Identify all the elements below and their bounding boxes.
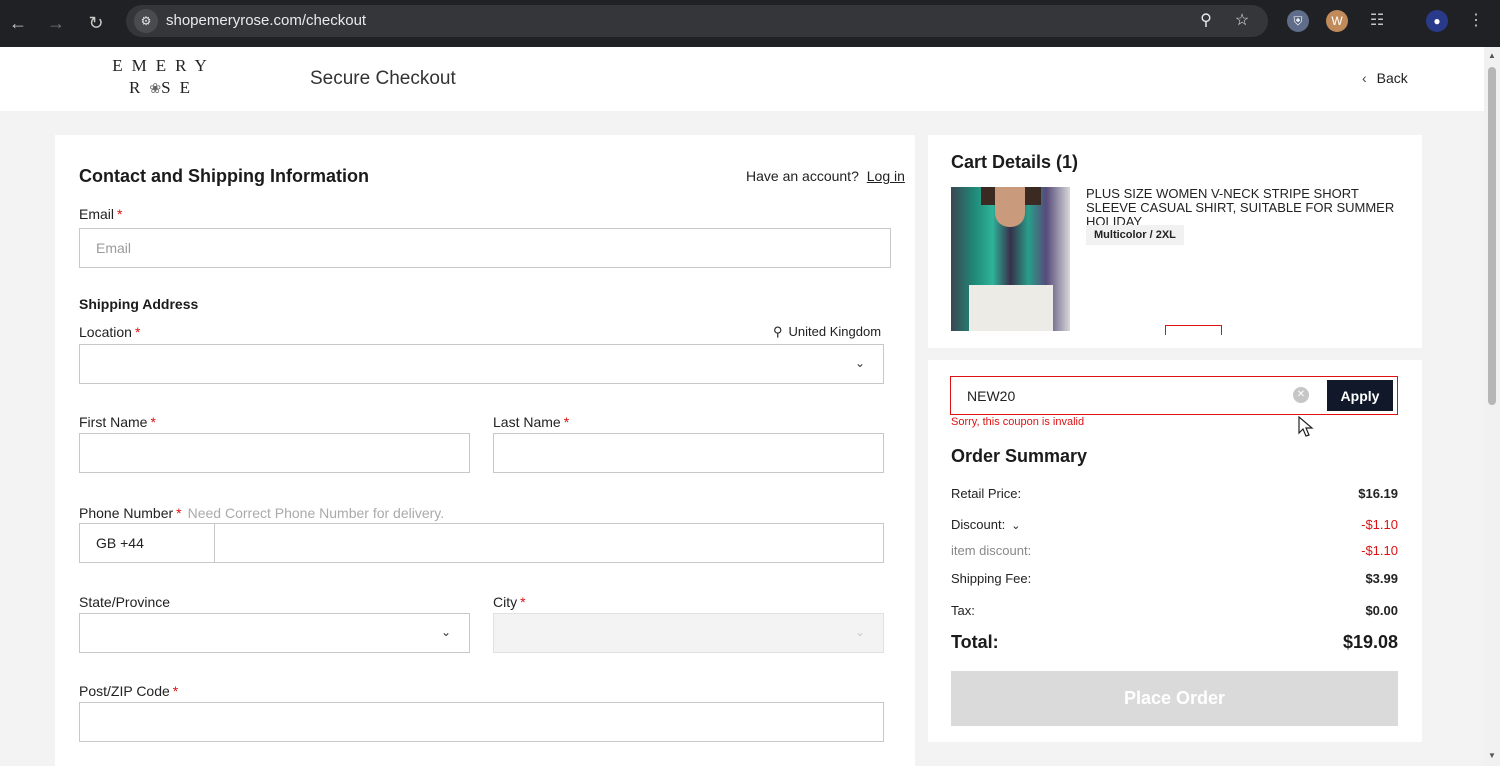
last-name-label: Last Name * — [493, 414, 570, 430]
item-discount-value: -$1.10 — [1361, 543, 1398, 558]
product-image-pants — [969, 285, 1053, 331]
discount-value: -$1.10 — [1361, 517, 1398, 532]
product-image-skin — [995, 187, 1025, 227]
chevron-down-icon: ⌄ — [854, 625, 865, 639]
map-pin-icon: ⚲ — [773, 324, 783, 339]
page-scrollbar[interactable]: ▲ ▼ — [1484, 47, 1500, 766]
logo-line-2: R❀SE — [129, 78, 199, 97]
location-label: Location * — [79, 324, 141, 340]
city-label: City * — [493, 594, 526, 610]
first-name-input[interactable] — [80, 434, 469, 472]
back-label: Back — [1376, 70, 1408, 86]
emery-rose-logo[interactable]: EMERY R❀SE — [112, 55, 216, 101]
browser-toolbar: ← → ↻ ⚙ shopemeryrose.com/checkout ⚲ ☆ ⛨… — [0, 0, 1500, 47]
mouse-cursor-icon — [1298, 416, 1314, 437]
shipping-fee-value: $3.99 — [1365, 571, 1398, 586]
site-header: EMERY R❀SE Secure Checkout ‹ Back — [0, 47, 1484, 111]
tax-label: Tax: — [951, 603, 975, 618]
coupon-input[interactable] — [951, 377, 1291, 414]
scroll-up-icon[interactable]: ▲ — [1488, 51, 1496, 60]
phone-field[interactable]: GB +44 — [79, 523, 884, 563]
first-name-label: First Name * — [79, 414, 156, 430]
first-name-field[interactable] — [79, 433, 470, 473]
postcode-label: Post/ZIP Code * — [79, 683, 179, 699]
item-discount-label: item discount: — [951, 543, 1032, 558]
page-title: Secure Checkout — [310, 68, 456, 89]
location-select[interactable]: ⌄ — [79, 344, 884, 384]
login-link[interactable]: Log in — [867, 168, 905, 184]
state-label: State/Province — [79, 594, 171, 610]
rose-icon: ❀ — [149, 82, 162, 97]
profile-avatar-icon[interactable]: ● — [1426, 10, 1448, 32]
total-label: Total: — [951, 632, 999, 652]
total-value: $19.08 — [1342, 632, 1398, 652]
scroll-down-icon[interactable]: ▼ — [1488, 751, 1496, 760]
place-order-button[interactable]: Place Order — [951, 671, 1398, 726]
forward-arrow-icon[interactable]: → — [41, 8, 71, 38]
account-prompt: Have an account? Log in — [746, 168, 905, 184]
browser-menu-icon[interactable]: ⋮ — [1465, 10, 1487, 32]
retail-price-value: $16.19 — [1358, 486, 1398, 501]
apply-coupon-button[interactable]: Apply — [1327, 380, 1393, 411]
chevron-down-icon: ⌄ — [854, 356, 865, 370]
back-link[interactable]: ‹ Back — [1362, 70, 1408, 86]
email-field[interactable] — [79, 228, 891, 268]
zoom-icon[interactable]: ⚲ — [1194, 9, 1218, 33]
contact-shipping-form: Contact and Shipping Information Have an… — [55, 135, 915, 766]
coupon-field[interactable]: ✕ Apply — [950, 376, 1398, 415]
product-title[interactable]: PLUS SIZE WOMEN V-NECK STRIPE SHORT SLEE… — [1086, 187, 1396, 229]
shipping-address-title: Shipping Address — [79, 296, 199, 312]
cart-title: Cart Details (1) — [951, 152, 1079, 172]
coupon-error-text: Sorry, this coupon is invalid — [951, 416, 1085, 428]
shield-extension-icon[interactable]: ⛨ — [1287, 10, 1309, 32]
phone-country-code[interactable]: GB +44 — [80, 524, 215, 562]
quantity-stepper[interactable] — [1165, 325, 1222, 335]
shipping-fee-label: Shipping Fee: — [951, 571, 1032, 586]
address-bar[interactable]: ⚙ shopemeryrose.com/checkout ⚲ ☆ — [126, 5, 1268, 37]
cart-details-panel: Cart Details (1) PLUS SIZE WOMEN V-NECK … — [928, 135, 1422, 348]
discount-toggle[interactable]: Discount: ⌄ — [951, 517, 1020, 532]
email-input[interactable] — [80, 229, 890, 267]
puzzle-extensions-icon[interactable]: ☷ — [1366, 10, 1388, 32]
product-variant-badge: Multicolor / 2XL — [1086, 225, 1184, 245]
product-image[interactable] — [951, 187, 1070, 331]
extension-icon[interactable]: W — [1326, 10, 1348, 32]
chevron-down-icon: ⌄ — [1011, 520, 1021, 532]
state-select[interactable]: ⌄ — [79, 613, 470, 653]
phone-label: Phone Number * Need Correct Phone Number f… — [79, 505, 445, 521]
logo-line-1: EMERY — [112, 56, 216, 75]
contact-section-title: Contact and Shipping Information — [79, 166, 369, 186]
bookmark-star-icon[interactable]: ☆ — [1230, 9, 1254, 33]
location-hint: ⚲ United Kingdom — [773, 324, 882, 339]
back-arrow-icon[interactable]: ← — [3, 8, 33, 38]
chevron-left-icon: ‹ — [1362, 70, 1367, 86]
last-name-input[interactable] — [494, 434, 883, 472]
postcode-field[interactable] — [79, 702, 884, 742]
order-summary-panel: ✕ Apply Sorry, this coupon is invalid Or… — [928, 360, 1422, 742]
phone-input[interactable] — [216, 524, 876, 562]
chevron-down-icon: ⌄ — [440, 625, 451, 639]
url-text[interactable]: shopemeryrose.com/checkout — [166, 12, 366, 29]
postcode-input[interactable] — [80, 703, 883, 741]
retail-price-label: Retail Price: — [951, 486, 1022, 501]
scrollbar-thumb[interactable] — [1488, 67, 1496, 405]
city-select[interactable]: ⌄ — [493, 613, 884, 653]
site-settings-icon[interactable]: ⚙ — [134, 9, 158, 33]
phone-hint: Need Correct Phone Number for delivery. — [187, 505, 445, 521]
last-name-field[interactable] — [493, 433, 884, 473]
email-label: Email * — [79, 206, 123, 222]
order-summary-title: Order Summary — [951, 446, 1088, 466]
clear-icon[interactable]: ✕ — [1293, 387, 1309, 403]
tax-value: $0.00 — [1365, 603, 1398, 618]
reload-icon[interactable]: ↻ — [81, 8, 111, 38]
